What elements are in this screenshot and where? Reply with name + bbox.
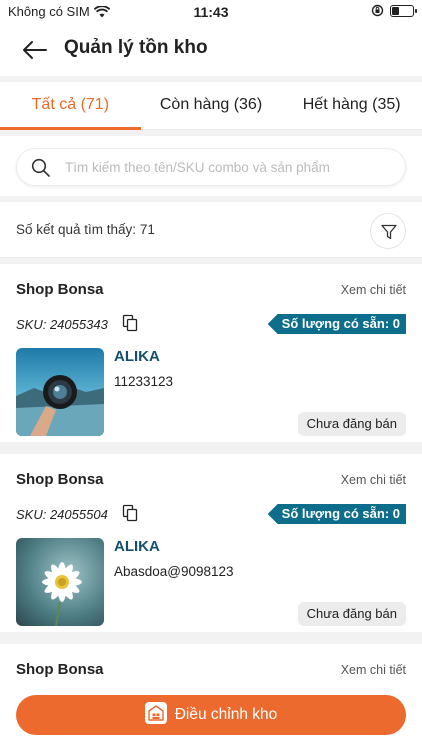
product-code: 11233123 — [114, 374, 174, 389]
adjust-stock-label: Điều chỉnh kho — [174, 706, 278, 723]
back-button[interactable] — [20, 36, 50, 64]
arrow-left-icon — [23, 41, 47, 59]
copy-icon[interactable] — [122, 504, 138, 522]
bottom-bar: Điều chỉnh kho — [0, 680, 422, 750]
header: Quản lý tồn kho — [0, 24, 422, 76]
view-detail-link[interactable]: Xem chi tiết — [341, 663, 406, 677]
orientation-lock-icon — [371, 4, 384, 17]
battery-fill — [392, 6, 399, 15]
product-image-lens — [16, 348, 104, 436]
shop-name: Shop Bonsa — [16, 661, 104, 678]
status-badge: Chưa đăng bán — [297, 412, 406, 436]
battery-icon — [390, 4, 417, 17]
shop-name: Shop Bonsa — [16, 281, 104, 298]
status-bar: Không có SIM 11:43 — [0, 0, 422, 24]
tab-bar: Tất cả (71) Còn hàng (36) Hết hàng (35) — [0, 82, 422, 130]
copy-icon[interactable] — [122, 314, 138, 332]
stock-badge: Số lượng có sẵn: 0 — [267, 314, 406, 334]
sku-label: SKU: 24055343 — [16, 317, 108, 332]
product-name[interactable]: ALIKA — [114, 348, 160, 365]
product-card: Shop Bonsa Xem chi tiết — [0, 644, 422, 684]
tab-in-stock[interactable]: Còn hàng (36) — [141, 82, 282, 129]
result-row: Số kết quả tìm thấy: 71 — [0, 202, 422, 258]
product-name[interactable]: ALIKA — [114, 538, 160, 555]
tab-out-of-stock[interactable]: Hết hàng (35) — [281, 82, 422, 129]
search-section — [0, 136, 422, 196]
filter-icon — [381, 224, 397, 240]
status-badge: Chưa đăng bán — [297, 602, 406, 626]
page-title: Quản lý tồn kho — [64, 37, 208, 58]
sku-label: SKU: 24055504 — [16, 507, 108, 522]
search-input[interactable] — [65, 149, 395, 185]
product-image-daisy — [16, 538, 104, 626]
search-icon — [31, 158, 50, 177]
search-box — [16, 148, 406, 186]
product-card: Shop Bonsa Xem chi tiết SKU: 24055504 Số… — [0, 454, 422, 632]
view-detail-link[interactable]: Xem chi tiết — [341, 473, 406, 487]
shop-name: Shop Bonsa — [16, 471, 104, 488]
warehouse-icon — [144, 701, 167, 724]
stock-badge: Số lượng có sẵn: 0 — [267, 504, 406, 524]
filter-button[interactable] — [370, 213, 406, 249]
status-right — [371, 4, 417, 17]
clock: 11:43 — [193, 4, 229, 20]
result-count: Số kết quả tìm thấy: 71 — [16, 222, 155, 237]
tab-all[interactable]: Tất cả (71) — [0, 82, 141, 130]
product-code: Abasdoa@9098123 — [114, 564, 234, 579]
product-card: Shop Bonsa Xem chi tiết SKU: 24055343 Số… — [0, 264, 422, 442]
adjust-stock-button[interactable]: Điều chỉnh kho — [16, 695, 406, 735]
view-detail-link[interactable]: Xem chi tiết — [341, 283, 406, 297]
